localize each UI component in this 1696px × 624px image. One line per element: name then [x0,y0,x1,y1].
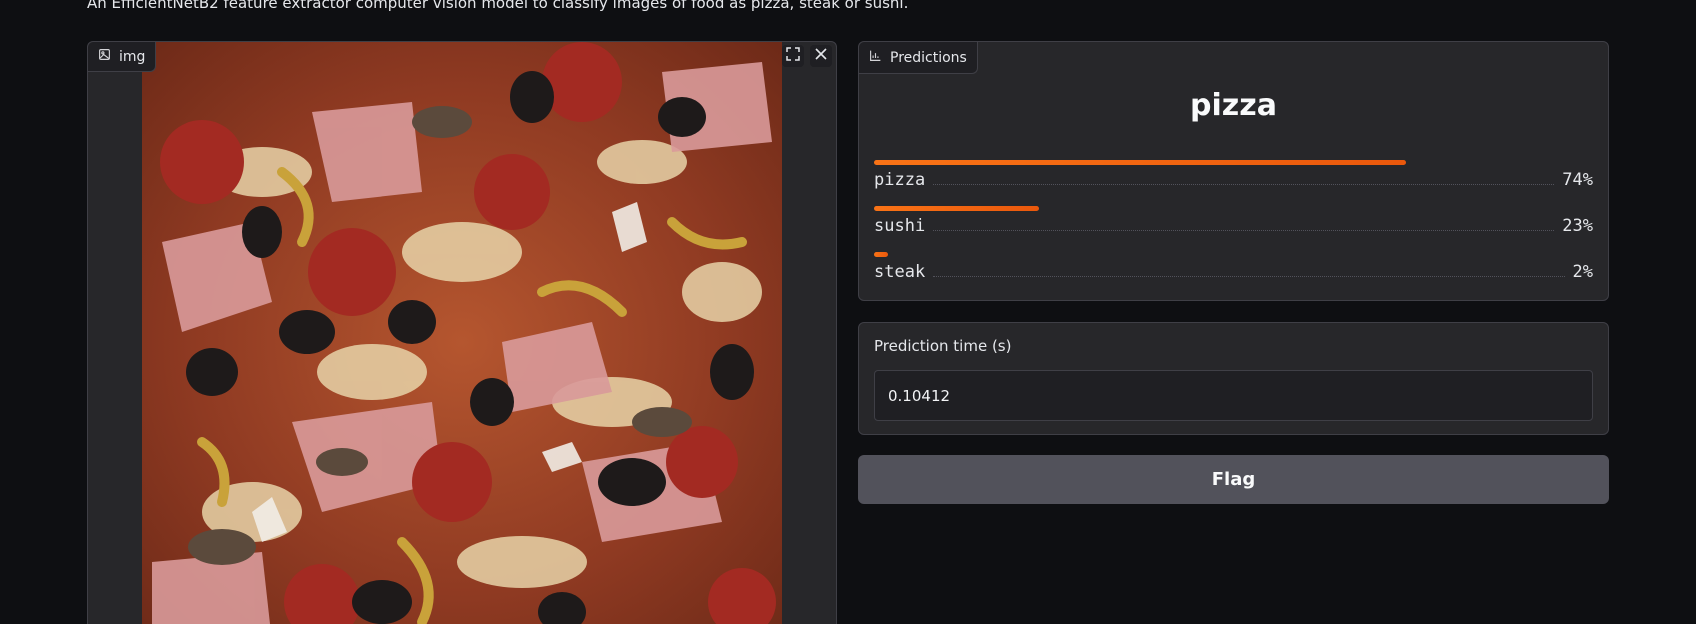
confidence-list: pizza 74% sushi 23% steak 2% [874,160,1593,298]
image-input-label: img [88,42,157,72]
image-icon [98,48,111,65]
close-icon [813,46,829,66]
prediction-time-panel: Prediction time (s) 0.10412 [858,322,1609,435]
confidence-value: 2% [1572,262,1593,282]
confidence-bar [874,206,1039,211]
confidence-row[interactable]: sushi 23% [874,206,1593,252]
predictions-panel: Predictions pizza pizza 74% sushi 23% st… [858,41,1609,301]
prediction-time-label: Prediction time (s) [874,337,1012,355]
prediction-time-field[interactable]: 0.10412 [874,370,1593,421]
image-input-panel[interactable]: img [87,41,837,624]
confidence-value: 74% [1562,170,1593,190]
confidence-bar [874,160,1406,165]
class-name: steak [874,262,926,282]
predictions-label-text: Predictions [890,49,967,66]
bar-chart-icon [869,49,882,66]
confidence-row[interactable]: pizza 74% [874,160,1593,206]
image-input-label-text: img [119,48,146,65]
confidence-row[interactable]: steak 2% [874,252,1593,298]
clear-image-button[interactable] [810,45,832,67]
prediction-time-value: 0.10412 [888,386,951,405]
class-name: sushi [874,216,926,236]
top-prediction-label: pizza [1190,88,1277,123]
confidence-value: 23% [1562,216,1593,236]
fullscreen-button[interactable] [782,45,804,67]
food-image [142,42,782,624]
fullscreen-icon [785,46,801,66]
flag-button[interactable]: Flag [858,455,1609,504]
confidence-bar [874,252,888,257]
class-name: pizza [874,170,926,190]
predictions-label: Predictions [859,42,978,74]
app-description: An EfficientNetB2 feature extractor comp… [87,0,909,12]
